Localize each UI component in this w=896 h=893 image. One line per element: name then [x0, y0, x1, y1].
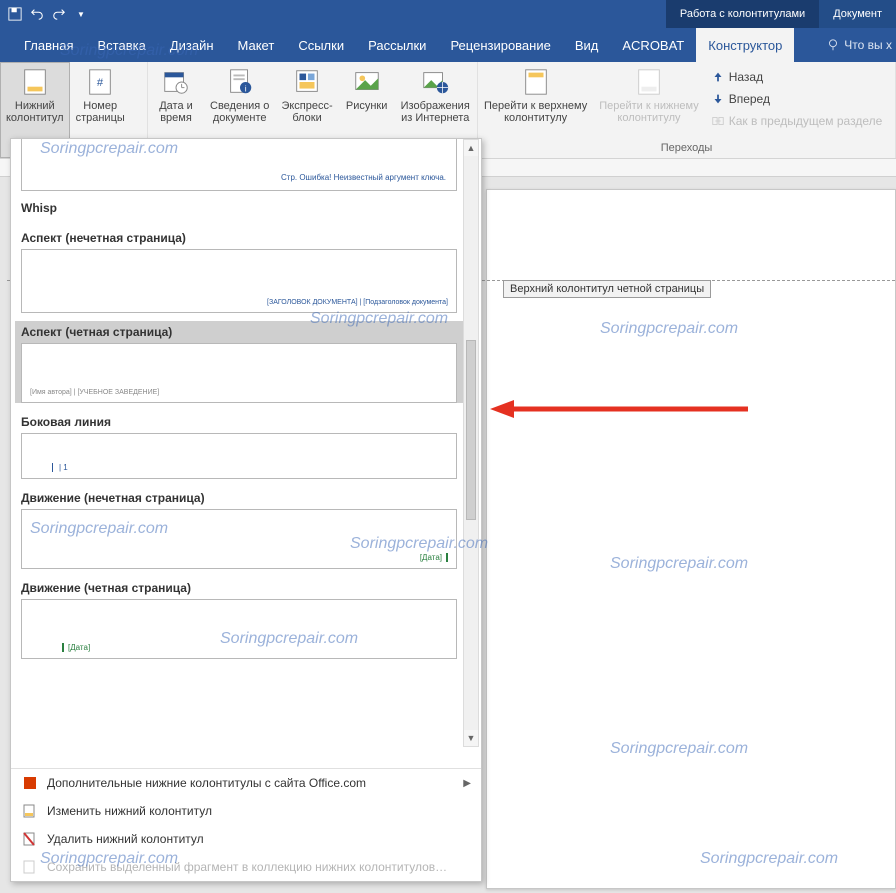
tell-me-search[interactable]: Что вы х	[826, 38, 896, 52]
doc-info-icon: i	[224, 66, 256, 98]
calendar-icon	[160, 66, 192, 98]
link-icon	[711, 114, 725, 128]
redo-icon[interactable]	[52, 7, 66, 21]
link-previous-button: Как в предыдущем разделе	[711, 110, 883, 132]
preview-text: | 1	[52, 463, 68, 472]
gallery-item[interactable]: Аспект (нечетная страница) [ЗАГОЛОВОК ДО…	[15, 227, 463, 313]
online-pictures-label: Изображения из Интернета	[401, 100, 470, 124]
office-icon	[21, 775, 39, 791]
tab-layout[interactable]: Макет	[226, 28, 287, 62]
scroll-up-icon[interactable]: ▲	[464, 140, 478, 156]
goto-footer-label: Перейти к нижнему колонтитулу	[599, 100, 698, 124]
footer-gallery: Стр. Ошибка! Неизвестный аргумент ключа.…	[10, 138, 482, 882]
undo-icon[interactable]	[30, 7, 44, 21]
quick-parts-label: Экспресс- блоки	[281, 100, 332, 124]
goto-header-button[interactable]: Перейти к верхнему колонтитулу	[478, 62, 593, 140]
scroll-down-icon[interactable]: ▼	[464, 730, 478, 746]
arrow-up-icon	[711, 70, 725, 84]
title-bar: ▼ Работа с колонтитулами Документ	[0, 0, 896, 28]
header-section-tag: Верхний колонтитул четной страницы	[503, 280, 711, 298]
next-section-button[interactable]: Вперед	[711, 88, 883, 110]
goto-footer-icon	[633, 66, 665, 98]
save-icon[interactable]	[8, 7, 22, 21]
edit-footer[interactable]: Изменить нижний колонтитул	[11, 797, 481, 825]
tab-constructor[interactable]: Конструктор	[696, 28, 794, 62]
link-previous-label: Как в предыдущем разделе	[729, 114, 883, 128]
goto-footer-button: Перейти к нижнему колонтитулу	[593, 62, 704, 140]
arrow-annotation	[490, 400, 750, 418]
date-time-label: Дата и время	[159, 100, 193, 124]
document-page[interactable]: Верхний колонтитул четной страницы	[486, 189, 896, 889]
delete-footer-label: Удалить нижний колонтитул	[47, 832, 204, 846]
gallery-list[interactable]: Стр. Ошибка! Неизвестный аргумент ключа.…	[11, 139, 481, 768]
tab-mailings[interactable]: Рассылки	[356, 28, 438, 62]
pictures-icon	[351, 66, 383, 98]
tab-review[interactable]: Рецензирование	[438, 28, 562, 62]
tab-design[interactable]: Дизайн	[158, 28, 226, 62]
save-selection-label: Сохранить выделенный фрагмент в коллекци…	[47, 860, 447, 874]
tab-acrobat[interactable]: ACROBAT	[610, 28, 696, 62]
gallery-scrollbar[interactable]: ▲ ▼	[463, 139, 479, 747]
preview-text: [Имя автора] | [УЧЕБНОЕ ЗАВЕДЕНИЕ]	[30, 389, 159, 396]
gallery-item[interactable]: Боковая линия | 1	[15, 411, 463, 479]
online-pictures-icon	[419, 66, 451, 98]
ribbon-tabs: Главная Вставка Дизайн Макет Ссылки Расс…	[0, 28, 896, 62]
edit-icon	[21, 803, 39, 819]
gallery-item-title: Движение (нечетная страница)	[15, 487, 463, 509]
prev-section-button[interactable]: Назад	[711, 66, 883, 88]
tab-references[interactable]: Ссылки	[286, 28, 356, 62]
tell-me-label: Что вы х	[844, 38, 892, 52]
footer-icon	[19, 66, 51, 98]
quick-parts-icon	[291, 66, 323, 98]
gallery-item-title: Whisp	[15, 197, 463, 219]
tab-insert[interactable]: Вставка	[85, 28, 157, 62]
gallery-item-title: Движение (четная страница)	[15, 577, 463, 599]
svg-text:i: i	[244, 83, 246, 93]
gallery-item-title: Аспект (нечетная страница)	[15, 227, 463, 249]
gallery-item[interactable]: Движение (нечетная страница) [Дата]	[15, 487, 463, 569]
delete-footer[interactable]: Удалить нижний колонтитул	[11, 825, 481, 853]
gallery-item[interactable]: Движение (четная страница) [Дата]	[15, 577, 463, 659]
next-label: Вперед	[729, 92, 770, 106]
preview-text: [Дата]	[62, 643, 90, 652]
save-selection-icon	[21, 859, 39, 875]
gallery-item-selected[interactable]: Аспект (четная страница) [Имя автора] | …	[15, 321, 463, 403]
preview-text: [Дата]	[420, 553, 448, 562]
goto-header-label: Перейти к верхнему колонтитулу	[484, 100, 587, 124]
chevron-right-icon: ▶	[463, 778, 471, 789]
page-number-icon: #	[84, 66, 116, 98]
save-selection: Сохранить выделенный фрагмент в коллекци…	[11, 853, 481, 881]
context-tab-document[interactable]: Документ	[819, 0, 896, 28]
delete-icon	[21, 831, 39, 847]
gallery-item-title: Боковая линия	[15, 411, 463, 433]
nav-group-label: Переходы	[478, 140, 895, 158]
pictures-label: Рисунки	[346, 100, 388, 112]
context-tab-header-footer[interactable]: Работа с колонтитулами	[666, 0, 819, 28]
preview-text: Стр. Ошибка! Неизвестный аргумент ключа.	[281, 173, 446, 182]
svg-text:#: #	[97, 77, 104, 89]
page-number-label: Номер страницы	[76, 100, 125, 124]
more-footers-online[interactable]: Дополнительные нижние колонтитулы с сайт…	[11, 769, 481, 797]
edit-footer-label: Изменить нижний колонтитул	[47, 804, 212, 818]
gallery-footer: Дополнительные нижние колонтитулы с сайт…	[11, 768, 481, 881]
footer-label: Нижний колонтитул	[6, 100, 64, 124]
scroll-thumb[interactable]	[466, 340, 476, 520]
doc-info-label: Сведения о документе	[210, 100, 269, 124]
prev-label: Назад	[729, 70, 763, 84]
lightbulb-icon	[826, 38, 840, 52]
gallery-item[interactable]: Стр. Ошибка! Неизвестный аргумент ключа.	[15, 139, 463, 191]
arrow-down-icon	[711, 92, 725, 106]
gallery-item-title: Аспект (четная страница)	[15, 321, 463, 343]
tab-view[interactable]: Вид	[563, 28, 611, 62]
tab-home[interactable]: Главная	[12, 28, 85, 62]
more-footers-label: Дополнительные нижние колонтитулы с сайт…	[47, 776, 366, 790]
goto-header-icon	[520, 66, 552, 98]
qat-dropdown-icon[interactable]: ▼	[74, 7, 88, 21]
preview-text: [ЗАГОЛОВОК ДОКУМЕНТА] | [Подзаголовок до…	[267, 299, 448, 306]
